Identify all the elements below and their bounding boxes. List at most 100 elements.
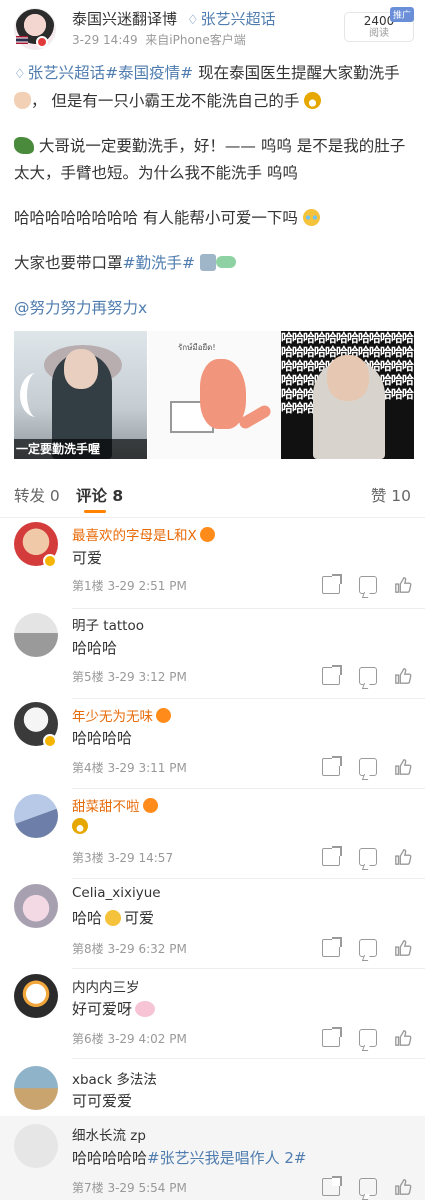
commenter-avatar[interactable] [14, 794, 58, 838]
tab-repost[interactable]: 转发 0 [14, 484, 60, 506]
like-icon[interactable] [394, 1178, 412, 1196]
post-paragraph-3: 哈哈哈哈哈哈哈哈 有人能帮小可爱一下吗 [14, 205, 414, 232]
like-icon[interactable] [394, 1029, 412, 1047]
post-image-3[interactable]: 哈哈哈哈哈哈哈哈哈哈哈哈哈哈哈哈哈哈哈哈哈哈哈哈哈哈哈哈哈哈哈哈哈哈哈哈哈哈哈哈… [281, 331, 414, 459]
comment-actions [322, 574, 418, 596]
share-icon[interactable] [322, 846, 342, 866]
post-meta: 3-29 14:49 来自iPhone客户端 [72, 31, 246, 48]
comment-item: 甜菜甜不啦 第3楼 3-29 14:57 [0, 788, 425, 879]
reply-icon[interactable] [359, 576, 377, 594]
post-body: ♢ 张艺兴超话#泰国疫情# 现在泰国医生提醒大家勤洗手 ， 但是有一只小霸王龙不能… [14, 60, 414, 340]
commenter-name[interactable]: 细水长流 zp [72, 1124, 146, 1144]
crying-laughing-emoji-icon [302, 209, 320, 226]
commenter-avatar[interactable] [14, 613, 58, 657]
like-icon[interactable] [394, 848, 412, 866]
promo-tag: 推广 [389, 7, 414, 22]
post-paragraph-4: 大家也要带口罩#勤洗手# [14, 250, 414, 277]
topic-link-singer[interactable]: #张艺兴我是唱作人 2# [147, 1149, 306, 1167]
pig-emoji-icon [135, 1001, 156, 1017]
commenter-name[interactable]: Celia_xixiyue [72, 885, 161, 901]
like-icon[interactable] [394, 758, 412, 776]
author-name[interactable]: 泰国兴迷翻译博 [72, 8, 177, 29]
comment-item: 年少无为无味 哈哈哈哈 第4楼 3-29 3:11 PM [0, 698, 425, 789]
share-icon[interactable] [322, 574, 342, 594]
comment-meta: 第6楼 3-29 4:02 PM [72, 1032, 187, 1046]
laughing-emoji-icon [304, 92, 322, 109]
comment-text: 可可爱爱 [72, 1092, 133, 1110]
commenter-name[interactable]: 年少无为无味 [72, 705, 171, 725]
read-label: 阅读 [369, 28, 389, 39]
reply-icon[interactable] [359, 1029, 377, 1047]
moon-decoration [20, 373, 52, 417]
comment-meta: 第5楼 3-29 3:12 PM [72, 670, 187, 684]
post-paragraph-2: 大哥说一定要勤洗手，好！—— 呜呜 是不是我的肚子太大，手臂也短。为什么我不能洗… [14, 137, 406, 182]
comment-item: 明子 tattoo 哈哈哈 第5楼 3-29 3:12 PM [0, 608, 425, 699]
topic-link-superchat[interactable]: ♢ 张艺兴超话 [14, 64, 105, 82]
shy-emoji-icon [105, 910, 122, 926]
reply-icon[interactable] [359, 667, 377, 685]
image-caption: 一定要勤洗手喔 [14, 439, 147, 459]
comment-item: 细水长流 zp 哈哈哈哈哈#张艺兴我是唱作人 2# 第7楼 3-29 5:54 … [0, 1116, 425, 1200]
comment-item: xback 多法法 可可爱爱 [0, 1058, 425, 1116]
commenter-name[interactable]: 明子 tattoo [72, 614, 144, 634]
reply-icon[interactable] [359, 1178, 377, 1196]
post-source: 来自iPhone客户端 [145, 33, 246, 47]
comment-text: 哈哈 可爱 [72, 909, 155, 927]
comment-text: 哈哈哈哈 [72, 729, 133, 747]
vip-crown-icon [142, 798, 158, 813]
topic-tag-link[interactable]: ♢ 张艺兴超话 [187, 8, 276, 29]
share-icon[interactable] [322, 665, 342, 685]
topic-link-thailand-epidemic[interactable]: #泰国疫情# [105, 64, 193, 82]
tab-comment[interactable]: 评论 8 [76, 484, 123, 506]
reply-icon[interactable] [359, 848, 377, 866]
comment-actions [322, 756, 418, 778]
reply-icon[interactable] [359, 758, 377, 776]
like-icon[interactable] [394, 667, 412, 685]
topic-link-wash-hands[interactable]: #勤洗手# [123, 254, 195, 272]
share-icon[interactable] [322, 1176, 342, 1196]
mention-link[interactable]: @努力努力再努力x [14, 299, 147, 317]
comment-meta: 第8楼 3-29 6:32 PM [72, 942, 187, 956]
comment-item: Celia_xixiyue 哈哈 可爱 第8楼 3-29 6:32 PM [0, 878, 425, 969]
comment-item: 最喜欢的字母是L和X 可爱 第1楼 3-29 2:51 PM [0, 518, 425, 609]
soap-emoji-icon [215, 256, 236, 268]
commenter-avatar[interactable] [14, 1066, 58, 1110]
commenter-name[interactable]: 内内内三岁 [72, 976, 140, 996]
post-timestamp: 3-29 14:49 [72, 33, 138, 47]
tab-like[interactable]: 赞 10 [371, 484, 411, 506]
share-icon[interactable] [322, 937, 342, 957]
commenter-avatar[interactable] [14, 974, 58, 1018]
comment-text: 可爱 [72, 549, 103, 567]
active-tab-indicator [84, 510, 106, 513]
comment-meta: 第1楼 3-29 2:51 PM [72, 579, 187, 593]
share-icon[interactable] [322, 756, 342, 776]
comment-text: 哈哈哈 [72, 639, 118, 657]
speech-bubble: รักษ์มือยืด! [178, 343, 216, 352]
like-icon[interactable] [394, 576, 412, 594]
dinosaur-emoji-icon [14, 137, 34, 154]
wave-hand-emoji-icon [14, 92, 31, 109]
commenter-avatar[interactable] [14, 1124, 58, 1168]
commenter-name[interactable]: xback 多法法 [72, 1068, 157, 1088]
post-image-2[interactable]: รักษ์มือยืด! [148, 331, 281, 459]
comment-actions [322, 937, 418, 959]
vip-crown-icon [199, 527, 215, 542]
like-icon[interactable] [394, 939, 412, 957]
diamond-icon: ♢ [187, 13, 199, 28]
commenter-avatar[interactable] [14, 884, 58, 928]
interaction-tabs: 转发 0 评论 8 赞 10 [0, 470, 425, 518]
post-paragraph-1: ♢ 张艺兴超话#泰国疫情# 现在泰国医生提醒大家勤洗手 ， 但是有一只小霸王龙不能… [14, 64, 400, 110]
read-count-box[interactable]: 2400 阅读 推广 [344, 7, 414, 42]
post-image-1[interactable]: 一定要勤洗手喔 [14, 331, 147, 459]
reply-icon[interactable] [359, 939, 377, 957]
vip-crown-icon [156, 708, 171, 723]
faucet-emoji-icon [199, 254, 216, 271]
comment-meta: 第7楼 3-29 5:54 PM [72, 1181, 187, 1195]
comment-actions [322, 846, 418, 868]
comment-meta: 第3楼 3-29 14:57 [72, 851, 174, 865]
comment-actions [322, 1176, 418, 1198]
commenter-name[interactable]: 最喜欢的字母是L和X [72, 524, 215, 544]
share-icon[interactable] [322, 1027, 342, 1047]
commenter-name[interactable]: 甜菜甜不啦 [72, 795, 158, 815]
post-paragraph-5: @努力努力再努力x [14, 295, 414, 322]
